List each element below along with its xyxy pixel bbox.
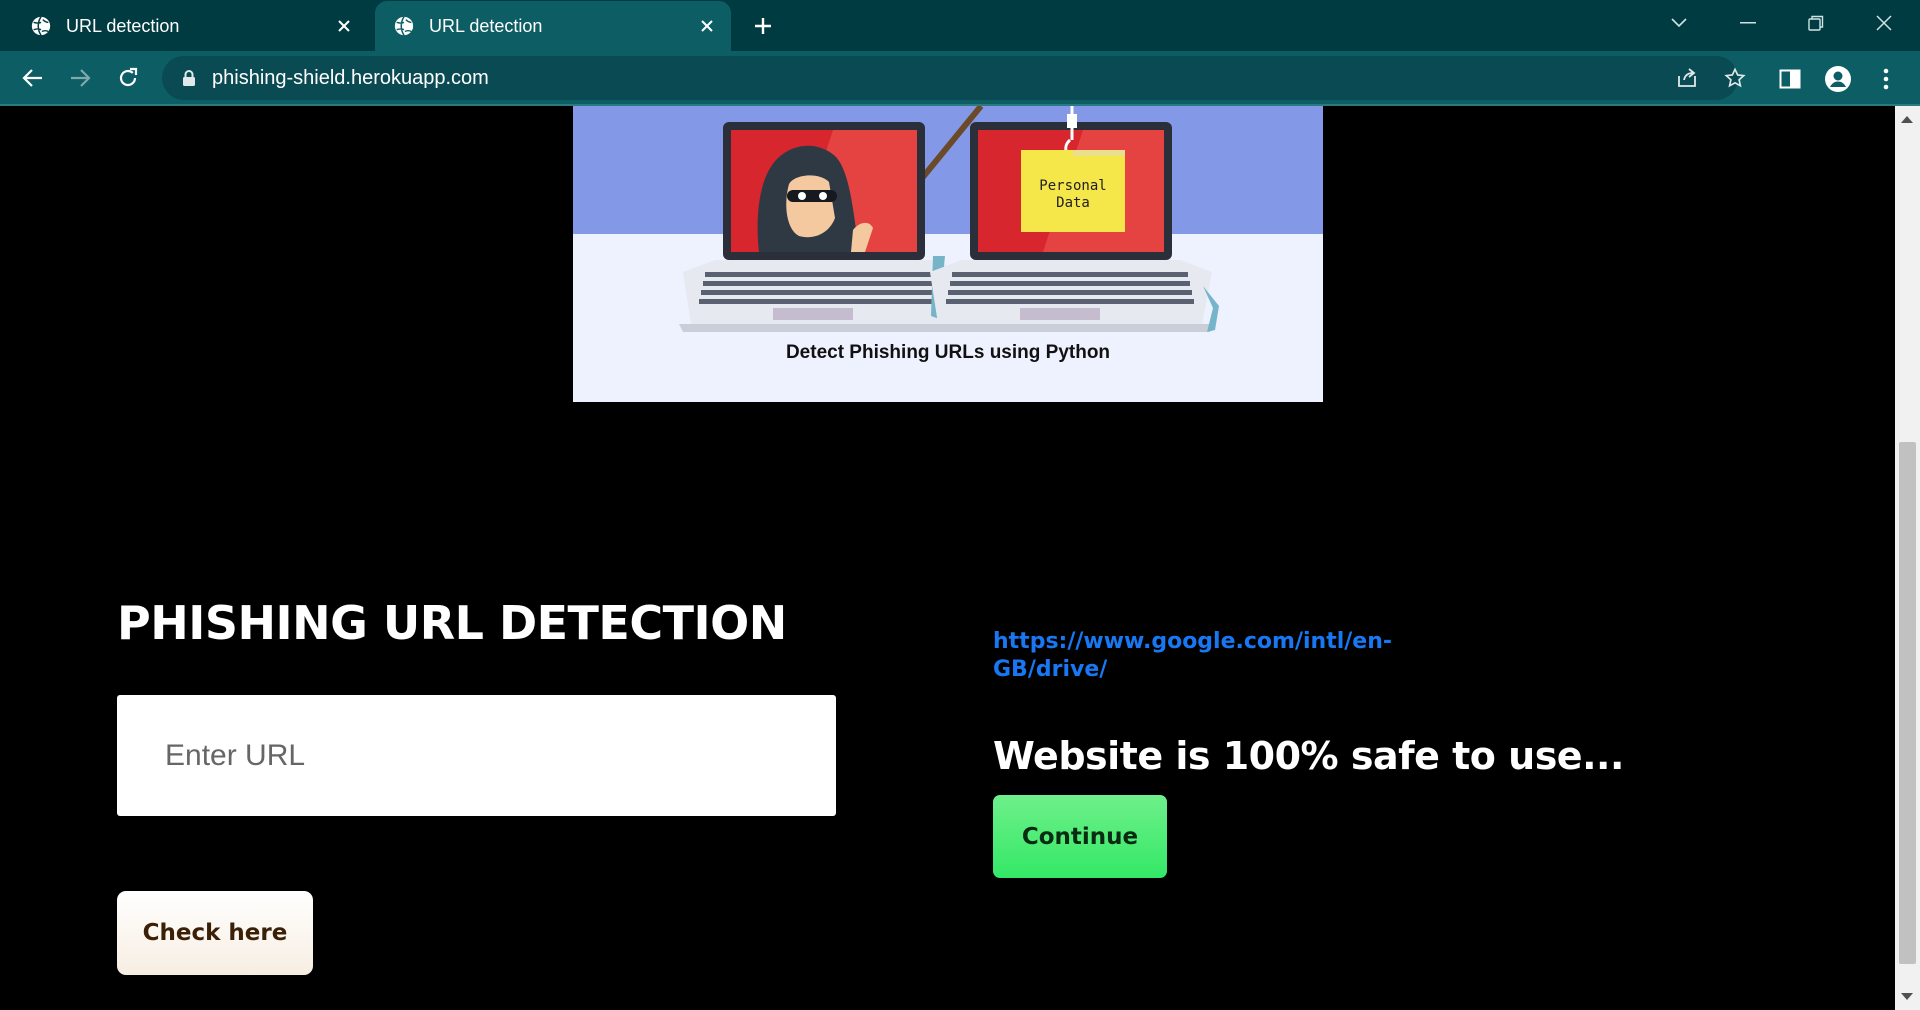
personal-data-label: Personal Data: [1021, 178, 1125, 212]
menu-kebab-icon[interactable]: [1870, 63, 1902, 95]
banner-caption: Detect Phishing URLs using Python: [785, 342, 1111, 363]
forward-arrow-icon[interactable]: [65, 63, 95, 93]
address-bar[interactable]: phishing-shield.herokuapp.com: [162, 56, 1746, 100]
page-viewport: Personal Data Detect Phishing URLs using…: [0, 106, 1895, 1010]
lock-icon: [183, 70, 195, 86]
tab-title: URL detection: [429, 15, 543, 36]
scroll-down-arrow-icon[interactable]: [1901, 993, 1913, 1000]
restore-icon[interactable]: [1798, 8, 1834, 38]
minimize-icon[interactable]: [1730, 8, 1766, 38]
profile-avatar-icon[interactable]: [1822, 63, 1854, 95]
check-here-button[interactable]: Check here: [117, 891, 313, 975]
share-icon[interactable]: [1673, 64, 1701, 92]
scroll-up-arrow-icon[interactable]: [1901, 116, 1913, 123]
back-arrow-icon[interactable]: [18, 63, 48, 93]
browser-toolbar: phishing-shield.herokuapp.com: [0, 51, 1920, 106]
close-icon[interactable]: [697, 16, 717, 36]
tab-title: URL detection: [66, 15, 180, 36]
side-panel-icon[interactable]: [1774, 63, 1806, 95]
vertical-scrollbar[interactable]: [1895, 106, 1920, 1010]
window-close-icon[interactable]: [1866, 8, 1902, 38]
personal-data-line1: Personal: [1039, 178, 1107, 194]
page-title: PHISHING URL DETECTION: [117, 596, 787, 650]
close-icon[interactable]: [334, 16, 354, 36]
tab-search-chevron-icon[interactable]: [1661, 8, 1697, 38]
browser-tab-bar: URL detection URL detection: [0, 0, 1920, 51]
result-url-link[interactable]: https://www.google.com/intl/en-GB/drive/: [993, 628, 1393, 684]
result-message: Website is 100% safe to use...: [993, 734, 1624, 778]
bookmark-star-icon[interactable]: [1721, 64, 1749, 92]
phishing-banner-image: Personal Data Detect Phishing URLs using…: [573, 106, 1323, 402]
personal-data-line2: Data: [1056, 195, 1090, 211]
browser-tab-active[interactable]: URL detection: [375, 1, 731, 51]
continue-button[interactable]: Continue: [993, 795, 1167, 878]
address-url: phishing-shield.herokuapp.com: [212, 67, 489, 89]
browser-tab[interactable]: URL detection: [12, 1, 368, 51]
globe-icon: [394, 16, 414, 36]
new-tab-plus-icon[interactable]: [748, 11, 778, 41]
url-input[interactable]: [117, 695, 836, 816]
scrollbar-thumb[interactable]: [1899, 442, 1916, 964]
reload-icon[interactable]: [113, 63, 143, 93]
globe-icon: [31, 16, 51, 36]
